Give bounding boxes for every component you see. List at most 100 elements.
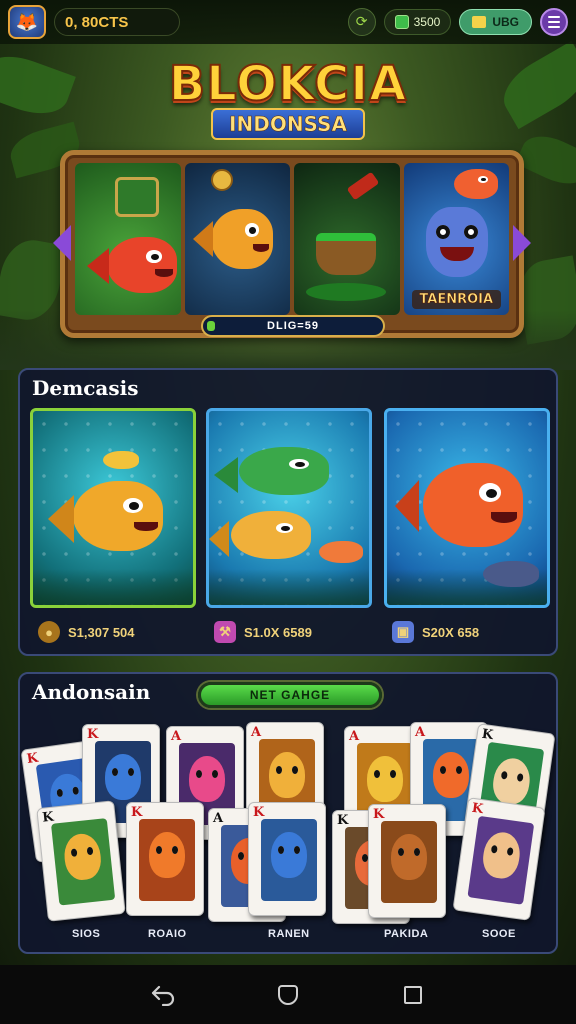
yellow-fish-icon [209, 511, 311, 559]
monster-mouth [439, 247, 474, 261]
coin-balance[interactable]: 0, 80CTS [54, 8, 180, 36]
slime-icon [306, 283, 386, 301]
leaf-decoration [0, 46, 76, 124]
playing-card[interactable]: K [368, 804, 446, 918]
fish-eye [478, 176, 488, 183]
menu-line [548, 16, 560, 18]
fish-mouth [154, 269, 173, 278]
section-title: Andonsain [32, 680, 151, 704]
card-rank: A [171, 729, 182, 744]
fish-eye [289, 458, 310, 470]
home-icon[interactable] [273, 980, 303, 1010]
title-main: BLOKCIA [168, 55, 408, 113]
card-rank: A [213, 811, 224, 826]
cash-balance[interactable]: UBG [459, 9, 532, 35]
coin-balance-value: 0, 80CTS [65, 13, 129, 31]
section-title: Demcasis [32, 376, 139, 400]
cash-icon [472, 16, 487, 28]
game-card[interactable]: ⚒ S1.0X 6589 [206, 408, 372, 650]
card-character [149, 832, 185, 879]
card-rank: A [415, 725, 426, 740]
featured-progress-bar: DLIG=59 [201, 315, 385, 337]
back-arrow-svg [151, 985, 174, 1006]
game-meta: ⚒ S1.0X 6589 [206, 616, 372, 648]
playing-card[interactable]: K [452, 797, 546, 921]
card-face [139, 819, 195, 901]
card-rank: K [470, 800, 485, 818]
fish-eye [123, 497, 144, 514]
game-art[interactable] [384, 408, 550, 608]
red-fish-icon [395, 463, 523, 547]
card-character [189, 756, 225, 803]
game-art[interactable] [30, 408, 196, 608]
recent-shape [404, 985, 423, 1004]
seabed-decoration [33, 569, 193, 605]
cards-panel: Andonsain NET GAHGE K K A A A A K K K A [18, 672, 558, 954]
card-character [480, 830, 523, 881]
carousel-track: TAENROIA [75, 163, 509, 315]
monster-icon [425, 207, 488, 277]
back-icon[interactable] [148, 980, 178, 1010]
title-sub: INDONSSA [211, 108, 365, 140]
game-value: S20X 658 [422, 624, 480, 640]
playing-card[interactable]: K [248, 802, 326, 916]
card-rank: A [349, 729, 360, 744]
card-face [381, 821, 437, 903]
game-card[interactable]: ▣ S20X 658 [384, 408, 550, 650]
card-character [367, 756, 403, 803]
cash-balance-value: UBG [492, 15, 519, 29]
net-gauge-toggle[interactable]: NET GAHGE [198, 682, 382, 708]
card-character [433, 752, 469, 799]
recent-apps-icon[interactable] [398, 980, 428, 1010]
fish-mouth [252, 243, 269, 253]
gem-balance[interactable]: 3500 [383, 9, 452, 35]
card-label: PAKIDA [384, 928, 429, 940]
app-logo-icon[interactable]: 🦊 [8, 5, 46, 39]
featured-tile-monster[interactable]: TAENROIA [403, 163, 509, 315]
card-rank: K [87, 727, 99, 742]
card-rank: K [480, 726, 495, 744]
home-shape [277, 984, 298, 1005]
playing-card[interactable]: K [36, 800, 126, 922]
featured-tile-cauldron[interactable] [294, 163, 400, 315]
card-label: SOOE [482, 928, 516, 940]
menu-button[interactable] [540, 8, 568, 36]
featured-tile-orange-fish[interactable] [184, 163, 290, 315]
small-fish-icon [319, 541, 363, 563]
card-label: SIOS [72, 928, 101, 940]
playing-card[interactable]: K [126, 802, 204, 916]
coin-icon: ● [38, 621, 60, 643]
green-fish-icon [213, 447, 329, 495]
small-fish-icon [103, 451, 139, 469]
game-art[interactable] [206, 408, 372, 608]
game-card[interactable]: ● S1,307 504 [30, 408, 196, 650]
card-rank: K [253, 805, 265, 820]
card-character [271, 832, 307, 879]
refresh-icon[interactable]: ⟳ [347, 8, 376, 36]
leaf-decoration [514, 127, 576, 193]
fish-tail [193, 221, 214, 257]
fish-eye [245, 223, 259, 237]
fish-eye [146, 250, 162, 263]
axe-icon: ⚒ [214, 621, 236, 643]
card-character [62, 832, 103, 882]
featured-tile-green-fish[interactable] [75, 163, 181, 315]
cauldron-icon [316, 233, 376, 275]
fish-mouth [134, 521, 158, 532]
carousel-next-icon[interactable] [513, 225, 531, 261]
card-label: ROAIO [148, 928, 187, 940]
top-status-bar: 🦊 0, 80CTS ⟳ 3500 UBG [0, 0, 576, 44]
orange-fish-icon [47, 481, 163, 551]
red-fish-icon [87, 237, 177, 293]
gem-icon [394, 15, 409, 29]
orange-fish-icon [193, 209, 273, 269]
fish-tail [87, 248, 110, 285]
demo-games-panel: Demcasis ● S1,307 504 ⚒ S1.0X 6589 ▣ S20… [18, 368, 558, 656]
bottle-icon [346, 171, 380, 201]
seabed-decoration [209, 569, 369, 605]
carousel-prev-icon[interactable] [53, 225, 71, 261]
game-value: S1.0X 6589 [244, 624, 312, 640]
fish-tail [47, 495, 74, 543]
shadow-fish-icon [483, 561, 539, 587]
featured-carousel[interactable]: TAENROIA DLIG=59 [53, 150, 531, 338]
